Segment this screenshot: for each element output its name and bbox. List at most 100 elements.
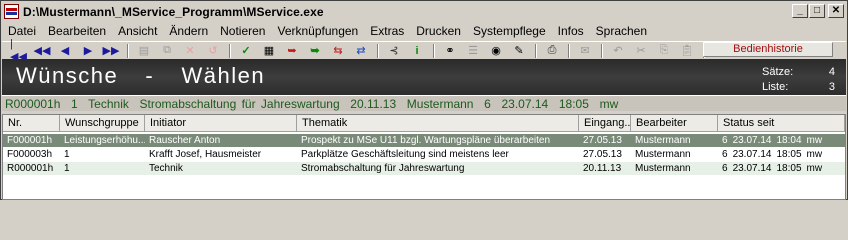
toolbar-separator (535, 43, 537, 58)
cell-status-seit: 6 23.07.14 18:04 mw (718, 134, 845, 147)
menu-sprachen[interactable]: Sprachen (590, 22, 653, 40)
eye-icon[interactable]: ◉ (487, 43, 505, 59)
history-button[interactable]: Bedienhistorie (703, 42, 833, 57)
status-time: 18:05 (776, 163, 802, 174)
selected-record-text: R000001h 1 Technik Stromabschaltung für … (5, 97, 619, 111)
app-window: D:\Mustermann\_MService_Programm\MServic… (0, 0, 848, 200)
menu-verknuepfungen[interactable]: Verknüpfungen (271, 22, 364, 40)
menu-aendern[interactable]: Ändern (163, 22, 214, 40)
cell-status-seit: 6 23.07.14 18:05 mw (718, 148, 845, 161)
maximize-button[interactable]: □ (809, 4, 825, 18)
cell-eingang: 20.11.13 (583, 163, 622, 174)
cell-bearbeiter: Mustermann (635, 135, 691, 146)
column-nr[interactable]: Nr. (3, 115, 60, 132)
toolbar-separator (229, 43, 231, 58)
cell-wunschgruppe: 1 (64, 149, 70, 160)
cell-nr: F000001h (7, 135, 53, 146)
mail-icon[interactable]: ✉ (576, 43, 594, 59)
menu-ansicht[interactable]: Ansicht (112, 22, 163, 40)
toolbar-separator (377, 43, 379, 58)
first-record-icon[interactable]: |◀◀ (10, 38, 28, 63)
cell-wunschgruppe: 1 (64, 163, 70, 174)
title-bar[interactable]: D:\Mustermann\_MService_Programm\MServic… (2, 2, 846, 21)
menu-infos[interactable]: Infos (552, 22, 590, 40)
status-code: 6 (722, 149, 728, 160)
cell-initiator: Krafft Josef, Hausmeister (149, 149, 262, 160)
branch-icon[interactable]: ⊰ (385, 43, 403, 59)
status-user: mw (806, 149, 823, 160)
copy-icon[interactable]: ⎘ (655, 43, 673, 59)
status-time: 18:05 (776, 149, 802, 160)
wishes-table: Nr. Wunschgruppe Initiator Thematik Eing… (2, 114, 846, 200)
confirm-icon[interactable]: ✓ (237, 43, 255, 59)
table-row[interactable]: F000003h 1 Krafft Josef, Hausmeister Par… (3, 148, 845, 161)
cut-icon[interactable]: ✂ (632, 43, 650, 59)
cell-thematik: Parkplätze Geschäftsleitung sind meisten… (301, 149, 509, 160)
document-icon[interactable]: ▤ (135, 43, 153, 59)
cell-thematik: Stromabschaltung für Jahreswartung (301, 163, 465, 174)
cell-bearbeiter: Mustermann (635, 149, 691, 160)
cell-eingang: 27.05.13 (583, 149, 622, 160)
status-user: mw (806, 135, 823, 146)
saetze-label: Sätze: (762, 66, 794, 78)
cell-eingang: 27.05.13 (583, 135, 622, 146)
table-row[interactable]: F000001h Leistungserhöhu... Rauscher Ant… (3, 134, 845, 147)
toolbar-separator (127, 43, 129, 58)
menu-drucken[interactable]: Drucken (410, 22, 467, 40)
liste-label: Liste: (762, 81, 789, 93)
menu-systempflege[interactable]: Systempflege (467, 22, 552, 40)
previous-record-icon[interactable]: ◀ (56, 43, 74, 59)
toolbar-separator (601, 43, 603, 58)
blue-arrows-icon[interactable]: ⇄ (352, 43, 370, 59)
undo-delete-icon[interactable]: ↺ (204, 43, 222, 59)
cell-status-seit: 6 23.07.14 18:05 mw (718, 162, 845, 175)
undo-icon[interactable]: ↶ (609, 43, 627, 59)
green-arrow-icon[interactable]: ➥ (306, 43, 324, 59)
column-wunschgruppe[interactable]: Wunschgruppe (60, 115, 145, 132)
selected-record-info: R000001h 1 Technik Stromabschaltung für … (2, 95, 846, 111)
menu-notieren[interactable]: Notieren (214, 22, 271, 40)
previous-page-icon[interactable]: ◀◀ (33, 43, 51, 59)
cell-bearbeiter: Mustermann (635, 163, 691, 174)
minimize-button[interactable]: _ (792, 4, 808, 18)
column-eingang[interactable]: Eingang... (579, 115, 631, 132)
copy-record-icon[interactable]: ⧉ (158, 43, 176, 59)
header-panel: Wünsche - Wählen Sätze: 4 Liste: 3 (2, 59, 846, 95)
table-row[interactable]: R000001h 1 Technik Stromabschaltung für … (3, 162, 845, 175)
next-page-icon[interactable]: ▶▶ (102, 43, 120, 59)
red-arrow-icon[interactable]: ➥ (283, 43, 301, 59)
info-icon[interactable]: i (408, 43, 426, 59)
liste-value: 3 (828, 81, 835, 93)
page-title: Wünsche - Wählen (16, 63, 266, 88)
column-thematik[interactable]: Thematik (297, 115, 579, 132)
column-status-seit[interactable]: Status seit (718, 115, 845, 132)
next-record-icon[interactable]: ▶ (79, 43, 97, 59)
status-user: mw (806, 163, 823, 174)
cell-initiator: Rauscher Anton (149, 135, 221, 146)
close-button[interactable]: ✕ (828, 4, 844, 18)
cell-nr: R000001h (7, 163, 54, 174)
status-date: 23.07.14 (732, 149, 772, 160)
paste-icon[interactable]: 📋︎ (678, 43, 696, 59)
status-time: 18:04 (776, 135, 802, 146)
menu-extras[interactable]: Extras (364, 22, 410, 40)
binoculars-icon[interactable]: ⚭ (441, 43, 459, 59)
status-date: 23.07.14 (732, 163, 772, 174)
edit-icon[interactable]: ✎ (510, 43, 528, 59)
menu-bar: Datei Bearbeiten Ansicht Ändern Notieren… (2, 22, 846, 40)
print-icon[interactable]: ⎙ (543, 43, 561, 59)
status-code: 6 (722, 135, 728, 146)
column-bearbeiter[interactable]: Bearbeiter (631, 115, 718, 132)
app-icon[interactable] (4, 4, 19, 19)
status-date: 23.07.14 (732, 135, 772, 146)
toolbar-separator (568, 43, 570, 58)
cell-thematik: Prospekt zu MSe U11 bzgl. Wartungspläne … (301, 135, 551, 146)
calculator-icon[interactable]: ▦ (260, 43, 278, 59)
list-icon[interactable]: ☰ (464, 43, 482, 59)
saetze-value: 4 (828, 66, 835, 78)
menu-bearbeiten[interactable]: Bearbeiten (42, 22, 112, 40)
column-initiator[interactable]: Initiator (145, 115, 297, 132)
window-title: D:\Mustermann\_MService_Programm\MServic… (23, 4, 324, 19)
delete-icon[interactable]: ✕ (181, 43, 199, 59)
red-arrows-icon[interactable]: ⇆ (329, 43, 347, 59)
